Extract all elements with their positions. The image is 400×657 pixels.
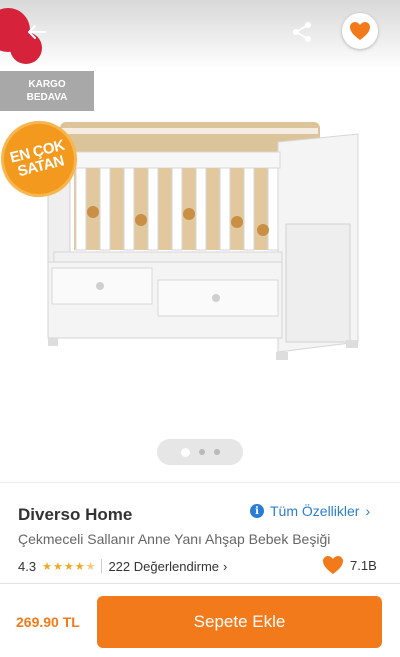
pager-dot-2[interactable] bbox=[198, 449, 205, 455]
share-icon bbox=[293, 22, 311, 42]
cargo-badge-line2: BEDAVA bbox=[26, 92, 68, 103]
info-icon: i bbox=[250, 504, 264, 518]
likes-counter[interactable]: 7.1B bbox=[322, 555, 377, 575]
star-icon: ★ bbox=[42, 560, 52, 573]
free-shipping-badge: KARGO BEDAVA bbox=[0, 71, 94, 111]
rating-value: 4.3 bbox=[18, 558, 37, 574]
checkout-bar: 269.90 TL Sepete Ekle bbox=[0, 583, 400, 657]
image-pager[interactable] bbox=[157, 439, 243, 465]
favorite-button[interactable] bbox=[342, 13, 378, 49]
product-price: 269.90 TL bbox=[16, 614, 80, 630]
all-features-label: Tüm Özellikler bbox=[270, 503, 360, 519]
product-image-crib bbox=[47, 122, 359, 360]
heart-icon bbox=[323, 556, 343, 574]
product-info: Diverso Home i Tüm Özellikler › Çekmecel… bbox=[0, 482, 400, 582]
product-title: Çekmeceli Sallanır Anne Yanı Ahşap Bebek… bbox=[18, 531, 331, 547]
heart-icon bbox=[350, 22, 370, 40]
rating-divider bbox=[101, 559, 103, 573]
all-features-link[interactable]: i Tüm Özellikler › bbox=[250, 503, 370, 519]
product-page: KARGO BEDAVA EN ÇOK SATAN Diverso Home i… bbox=[0, 0, 400, 657]
half-star-icon: ★ bbox=[85, 560, 96, 573]
pager-dot-1[interactable] bbox=[180, 447, 190, 457]
product-image-gallery[interactable]: KARGO BEDAVA EN ÇOK SATAN bbox=[0, 0, 400, 482]
store-name[interactable]: Diverso Home bbox=[18, 505, 132, 525]
rating-row[interactable]: 4.3 ★ ★ ★ ★ ★ 222 Değerlendirme › bbox=[18, 557, 227, 575]
chevron-right-icon: › bbox=[365, 503, 371, 519]
star-icon: ★ bbox=[52, 560, 63, 573]
back-arrow-icon bbox=[28, 25, 46, 39]
back-button[interactable] bbox=[22, 18, 50, 46]
add-to-cart-button[interactable]: Sepete Ekle bbox=[97, 596, 382, 648]
rating-stars: ★ ★ ★ ★ ★ bbox=[42, 560, 95, 573]
pager-dot-3[interactable] bbox=[213, 449, 220, 455]
star-icon: ★ bbox=[63, 560, 74, 573]
share-button[interactable] bbox=[288, 18, 316, 46]
header-gradient bbox=[0, 0, 400, 70]
cargo-badge-line1: KARGO bbox=[28, 79, 66, 90]
reviews-link[interactable]: 222 Değerlendirme bbox=[108, 559, 219, 574]
chevron-right-icon: › bbox=[223, 558, 228, 574]
star-icon: ★ bbox=[74, 560, 85, 573]
likes-count: 7.1B bbox=[350, 557, 377, 573]
